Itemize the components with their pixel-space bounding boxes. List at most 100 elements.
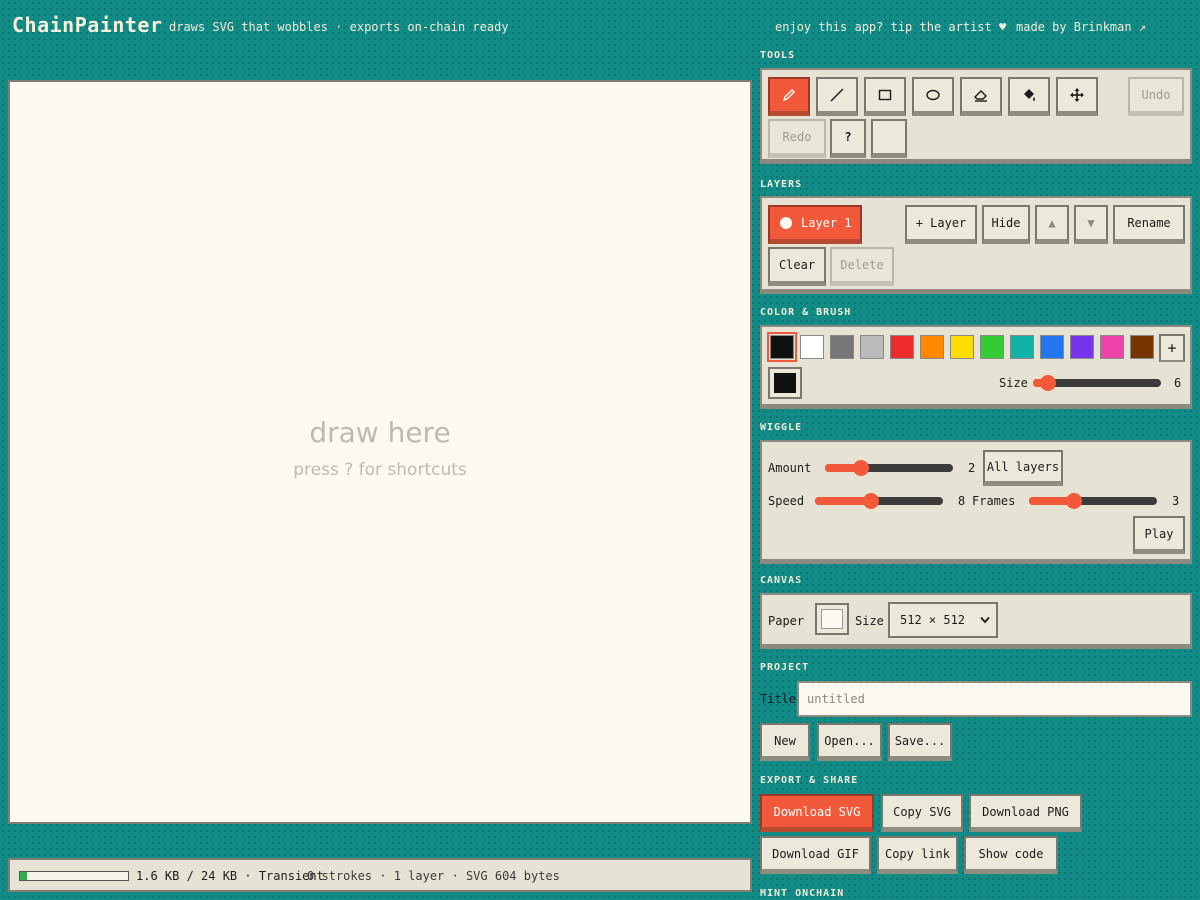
color-swatch[interactable] [800, 335, 824, 359]
color-swatch[interactable] [1010, 335, 1034, 359]
tool-line-button[interactable] [816, 77, 858, 116]
color-swatch[interactable] [920, 335, 944, 359]
all-layers-button[interactable]: All layers [983, 450, 1063, 486]
wiggle-section-label: WIGGLE [760, 422, 803, 433]
layer-name: Layer 1 [801, 216, 852, 230]
project-title-label: Title [760, 692, 797, 706]
canvas-settings-panel: Paper Size 512 × 512 [760, 593, 1192, 649]
drawing-canvas[interactable]: draw here press ? for shortcuts [8, 80, 752, 824]
status-bar: 1.6 KB / 24 KB · Transient 0 strokes · 1… [8, 858, 752, 892]
paper-color-button[interactable] [815, 603, 849, 635]
app-tagline: draws SVG that wobbles · exports on-chai… [169, 20, 509, 34]
color-swatch[interactable] [1070, 335, 1094, 359]
current-color-preview [774, 373, 796, 393]
wiggle-frames-slider[interactable] [1029, 493, 1157, 509]
project-title-input[interactable] [797, 681, 1192, 717]
undo-button[interactable]: Undo [1128, 77, 1184, 116]
wiggle-frames-slider-thumb[interactable] [1066, 493, 1082, 509]
clear-layer-button[interactable]: Clear [768, 247, 826, 286]
drawing-stats: 0 strokes · 1 layer · SVG 604 bytes [307, 869, 560, 883]
layers-panel: Layer 1 + Layer Hide ▲ ▼ Rename Clear De… [760, 196, 1192, 294]
save-project-button[interactable]: Save... [888, 723, 952, 761]
tool-eraser-button[interactable] [960, 77, 1002, 116]
line-icon [830, 88, 844, 102]
app-title: ChainPainter [12, 13, 163, 37]
project-section-label: PROJECT [760, 662, 810, 673]
color-swatch[interactable] [980, 335, 1004, 359]
move-icon [1070, 88, 1084, 102]
color-swatch[interactable] [890, 335, 914, 359]
color-swatch[interactable] [950, 335, 974, 359]
copy-svg-button[interactable]: Copy SVG [881, 794, 963, 832]
canvas-hint: draw here [309, 416, 451, 449]
add-color-button[interactable]: + [1159, 334, 1185, 362]
canvas-section-label: CANVAS [760, 575, 803, 586]
brush-size-value: 6 [1174, 376, 1182, 390]
move-layer-up-button[interactable]: ▲ [1035, 205, 1069, 244]
tool-rectangle-button[interactable] [864, 77, 906, 116]
current-color-button[interactable] [768, 367, 802, 399]
wiggle-speed-slider[interactable] [815, 493, 943, 509]
tool-move-button[interactable] [1056, 77, 1098, 116]
download-gif-button[interactable]: Download GIF [760, 836, 871, 874]
storage-meter-fill [20, 872, 28, 880]
add-layer-button[interactable]: + Layer [905, 205, 977, 244]
wiggle-speed-slider-thumb[interactable] [863, 493, 879, 509]
chevron-down-icon [980, 616, 990, 624]
wiggle-frames-value: 3 [1172, 494, 1180, 508]
empty-tool-slot[interactable] [871, 119, 907, 158]
tool-fill-button[interactable] [1008, 77, 1050, 116]
color-swatch[interactable] [1130, 335, 1154, 359]
layer-item[interactable]: Layer 1 [768, 205, 862, 244]
wiggle-speed-value: 8 [958, 494, 966, 508]
canvas-subhint: press ? for shortcuts [293, 460, 467, 480]
rename-layer-button[interactable]: Rename [1113, 205, 1185, 244]
color-swatch[interactable] [860, 335, 884, 359]
color-swatch[interactable] [1100, 335, 1124, 359]
play-button[interactable]: Play [1133, 516, 1185, 554]
paint-bucket-icon [1024, 89, 1035, 101]
copy-link-button[interactable]: Copy link [877, 836, 958, 874]
wiggle-speed-label: Speed [768, 494, 805, 508]
color-swatch[interactable] [1040, 335, 1064, 359]
download-svg-button[interactable]: Download SVG [760, 794, 874, 832]
paper-color-preview [821, 609, 843, 629]
color-swatch[interactable] [830, 335, 854, 359]
storage-meter [19, 871, 129, 881]
wiggle-panel: Amount 2 All layers Speed 8 Frames 3 Pla… [760, 440, 1192, 564]
layers-section-label: LAYERS [760, 179, 803, 190]
hide-layer-button[interactable]: Hide [982, 205, 1030, 244]
redo-button[interactable]: Redo [768, 119, 826, 158]
shortcuts-help-button[interactable]: ? [830, 119, 866, 158]
color-section-label: COLOR & BRUSH [760, 307, 852, 318]
brush-size-label: Size [999, 376, 1028, 390]
layer-visible-dot-icon [780, 217, 792, 229]
show-code-button[interactable]: Show code [964, 836, 1058, 874]
storage-text: 1.6 KB / 24 KB · Transient [136, 869, 324, 883]
pencil-icon [782, 89, 795, 102]
delete-layer-button[interactable]: Delete [830, 247, 894, 286]
tools-panel: Undo Redo ? [760, 68, 1192, 164]
canvas-size-select[interactable]: 512 × 512 [888, 602, 998, 638]
eraser-icon [974, 90, 987, 102]
brush-size-slider[interactable] [1033, 375, 1161, 391]
controls-sidebar: TOOLS Undo Redo ? LAYERS Layer 1 + Layer… [760, 0, 1192, 900]
mint-section-label: MINT ONCHAIN [760, 888, 845, 899]
wiggle-amount-value: 2 [968, 461, 976, 475]
tool-ellipse-button[interactable] [912, 77, 954, 116]
export-section-label: EXPORT & SHARE [760, 775, 859, 786]
color-swatch[interactable] [767, 332, 797, 362]
ellipse-icon [926, 89, 940, 101]
tool-pencil-button[interactable] [768, 77, 810, 116]
rectangle-icon [878, 89, 892, 101]
download-png-button[interactable]: Download PNG [969, 794, 1082, 832]
wiggle-amount-slider[interactable] [825, 460, 953, 476]
canvas-size-selected: 512 × 512 [900, 613, 966, 627]
color-brush-panel: + Size 6 [760, 325, 1192, 409]
move-layer-down-button[interactable]: ▼ [1074, 205, 1108, 244]
open-project-button[interactable]: Open... [817, 723, 882, 761]
brush-size-slider-thumb[interactable] [1040, 375, 1056, 391]
new-project-button[interactable]: New [760, 723, 810, 761]
wiggle-amount-slider-thumb[interactable] [853, 460, 869, 476]
tools-section-label: TOOLS [760, 50, 796, 61]
